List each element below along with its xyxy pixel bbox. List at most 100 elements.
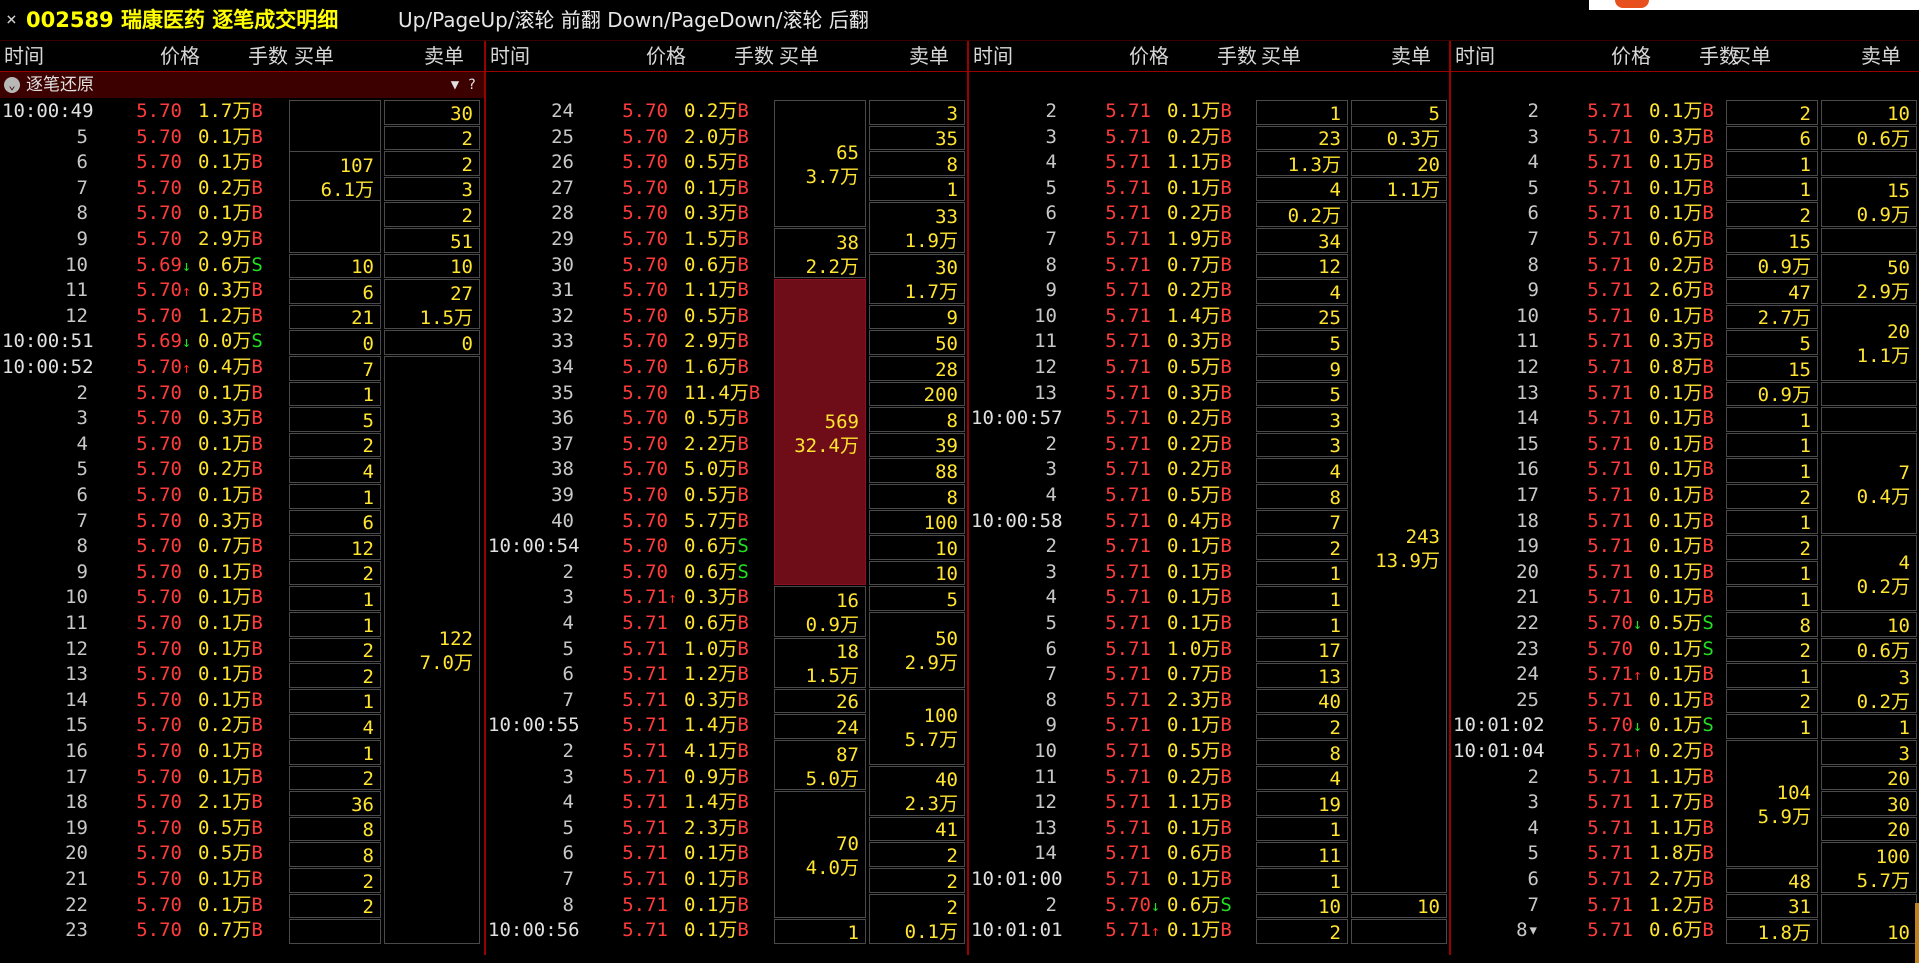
sell-order-cell[interactable]: 243 13.9万	[1351, 202, 1447, 893]
buy-order-cell[interactable]: 2	[1726, 688, 1818, 714]
buy-order-cell[interactable]: 48	[1726, 868, 1818, 893]
buy-order-cell[interactable]: 1.8万	[1726, 919, 1818, 944]
buy-order-cell[interactable]: 87 5.0万	[774, 740, 866, 791]
buy-order-cell[interactable]: 4	[1256, 458, 1348, 483]
buy-order-cell[interactable]: 47	[1726, 279, 1818, 304]
buy-order-cell[interactable]: 4	[289, 458, 381, 483]
buy-order-cell[interactable]: 7	[1256, 509, 1348, 535]
sell-order-cell[interactable]: 27 1.5万	[384, 279, 480, 330]
buy-order-cell[interactable]: 3	[1256, 432, 1348, 458]
close-icon[interactable]: ×	[6, 6, 17, 34]
buy-order-cell[interactable]: 2	[1256, 919, 1348, 944]
buy-order-cell[interactable]: 2	[1726, 202, 1818, 227]
header-buy[interactable]: 买单	[1261, 41, 1301, 71]
sell-order-cell[interactable]: 2 0.1万	[869, 893, 965, 944]
buy-order-cell[interactable]: 8	[1256, 484, 1348, 509]
buy-order-cell[interactable]: 1	[1726, 176, 1818, 202]
buy-order-cell[interactable]: 17	[1256, 637, 1348, 663]
buy-order-cell[interactable]: 1	[289, 740, 381, 765]
buy-order-cell[interactable]: 10	[289, 253, 381, 279]
sell-order-cell[interactable]: 100 5.7万	[1821, 842, 1917, 893]
sell-order-cell[interactable]: 2	[869, 842, 965, 867]
header-buy[interactable]: 买单	[779, 41, 819, 71]
buy-order-cell[interactable]: 40	[1256, 688, 1348, 714]
buy-order-cell[interactable]: 1.3万	[1256, 151, 1348, 176]
buy-order-cell[interactable]: 1	[1256, 612, 1348, 637]
buy-order-cell[interactable]: 13	[1256, 663, 1348, 688]
buy-order-cell[interactable]: 26	[774, 688, 866, 714]
sell-order-cell[interactable]: 20	[1351, 151, 1447, 176]
buy-order-cell[interactable]: 0	[289, 330, 381, 355]
buy-order-cell[interactable]: 4	[289, 714, 381, 739]
buy-order-cell[interactable]: 65 3.7万	[774, 100, 866, 227]
buy-order-cell[interactable]: 4	[1256, 279, 1348, 304]
buy-order-cell[interactable]: 12	[289, 535, 381, 560]
buy-order-cell[interactable]: 3	[1256, 407, 1348, 432]
sell-order-cell[interactable]: 10	[1821, 893, 1917, 944]
help-icon[interactable]: ?	[468, 77, 476, 93]
header-sell[interactable]: 卖单	[1861, 41, 1901, 71]
buy-order-cell[interactable]: 6	[289, 509, 381, 535]
buy-order-cell[interactable]: 25	[1256, 304, 1348, 330]
sell-order-cell[interactable]: 30	[1821, 791, 1917, 816]
sell-order-cell[interactable]: 0.6万	[1821, 125, 1917, 151]
buy-order-cell[interactable]: 0.2万	[1256, 202, 1348, 227]
buy-order-cell[interactable]: 1	[1726, 432, 1818, 458]
header-vol[interactable]: 手数	[1217, 41, 1257, 71]
sell-order-cell[interactable]: 5	[869, 586, 965, 611]
buy-order-cell[interactable]: 1	[289, 586, 381, 611]
header-sell[interactable]: 卖单	[909, 41, 949, 71]
sell-order-cell[interactable]: 10	[1351, 893, 1447, 919]
sell-order-cell[interactable]: 2	[869, 868, 965, 893]
header-price[interactable]: 价格	[1129, 41, 1169, 71]
buy-order-cell[interactable]: 2	[289, 893, 381, 919]
buy-order-cell[interactable]: 18 1.5万	[774, 637, 866, 688]
sell-order-cell[interactable]: 39	[869, 432, 965, 458]
buy-order-cell[interactable]: 104 5.9万	[1726, 740, 1818, 867]
buy-order-cell[interactable]: 2	[1726, 637, 1818, 663]
sell-order-cell[interactable]	[1821, 228, 1917, 253]
buy-order-cell[interactable]: 569 32.4万	[774, 279, 866, 586]
buy-order-cell[interactable]: 1	[1726, 714, 1818, 739]
sell-order-cell[interactable]: 20 1.1万	[1821, 304, 1917, 381]
buy-order-cell[interactable]: 23	[1256, 125, 1348, 151]
header-vol[interactable]: 手数	[248, 41, 288, 71]
header-price[interactable]: 价格	[646, 41, 686, 71]
buy-order-cell[interactable]: 1	[1726, 151, 1818, 176]
buy-order-cell[interactable]: 5	[289, 407, 381, 432]
sell-order-cell[interactable]: 1	[1821, 714, 1917, 739]
sell-order-cell[interactable]: 33 1.9万	[869, 202, 965, 253]
buy-order-cell[interactable]: 1	[289, 612, 381, 637]
scroll-indicator[interactable]	[1915, 903, 1919, 963]
sell-order-cell[interactable]: 41	[869, 816, 965, 842]
buy-order-cell[interactable]: 2	[289, 765, 381, 791]
buy-order-cell[interactable]: 2	[1256, 535, 1348, 560]
sell-order-cell[interactable]: 122 7.0万	[384, 356, 480, 944]
buy-order-cell[interactable]: 70 4.0万	[774, 791, 866, 919]
buy-order-cell[interactable]: 1	[1726, 560, 1818, 586]
sell-order-cell[interactable]: 100	[869, 509, 965, 535]
header-price[interactable]: 价格	[1611, 41, 1651, 71]
buy-order-cell[interactable]: 9	[1256, 356, 1348, 381]
sell-order-cell[interactable]: 50	[869, 330, 965, 355]
buy-order-cell[interactable]: 1	[1726, 663, 1818, 688]
buy-order-cell[interactable]: 8	[1256, 740, 1348, 765]
buy-order-cell[interactable]: 34	[1256, 228, 1348, 253]
buy-order-cell[interactable]: 5	[1256, 330, 1348, 355]
buy-order-cell[interactable]: 11	[1256, 842, 1348, 867]
restore-ticks-label[interactable]: 逐笔还原	[26, 72, 94, 98]
sell-order-cell[interactable]: 8	[869, 484, 965, 509]
buy-order-cell[interactable]: 1	[774, 919, 866, 944]
buy-order-cell[interactable]: 2	[1726, 535, 1818, 560]
buy-order-cell[interactable]: 2	[289, 560, 381, 586]
buy-order-cell[interactable]: 107 6.1万	[289, 151, 381, 202]
sell-order-cell[interactable]: 30	[384, 100, 480, 125]
buy-order-cell[interactable]: 12	[1256, 253, 1348, 279]
sell-order-cell[interactable]: 2	[384, 151, 480, 176]
sell-order-cell[interactable]	[1821, 381, 1917, 407]
header-time[interactable]: 时间	[490, 41, 530, 71]
sell-order-cell[interactable]: 0.3万	[1351, 125, 1447, 151]
sell-order-cell[interactable]: 9	[869, 304, 965, 330]
header-sell[interactable]: 卖单	[424, 41, 464, 71]
sell-order-cell[interactable]: 200	[869, 381, 965, 407]
